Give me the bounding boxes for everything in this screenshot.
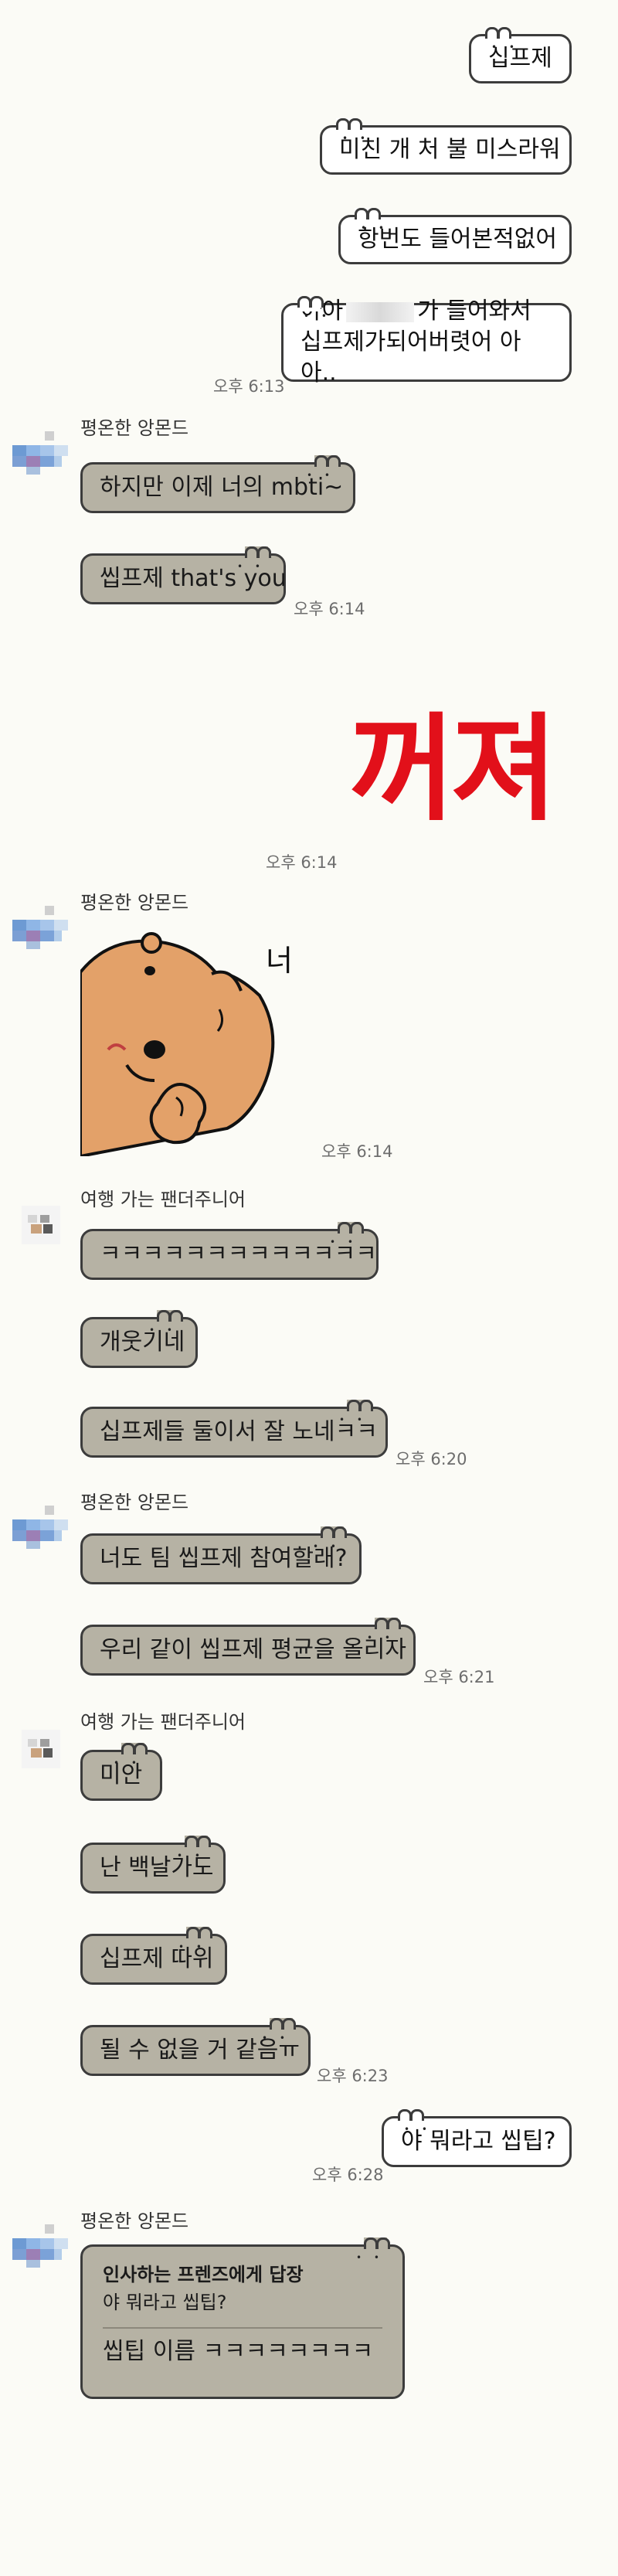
- bubble-ears-decoration: [186, 1927, 212, 1942]
- bubble-ears-decoration: [121, 1743, 148, 1758]
- bubble-eyes-decoration: • •: [149, 1325, 177, 1336]
- message-text: 십프제들 둘이서 잘 노네ㅋㅋ: [100, 1418, 378, 1445]
- bubble-eyes-decoration: • •: [177, 1850, 205, 1861]
- timestamp: 오후 6:20: [396, 1450, 467, 1468]
- sender-name: 평온한 앙몬드: [80, 2210, 189, 2232]
- bubble-ears-decoration: [485, 27, 511, 43]
- shout-text-image[interactable]: 꺼져: [349, 675, 558, 843]
- reply-title: 인사하는 프렌즈에게 답장: [103, 2264, 304, 2285]
- reply-divider: [103, 2327, 382, 2329]
- avatar-pixelated-icon: [12, 906, 68, 949]
- timestamp: 오후 6:21: [423, 1668, 495, 1686]
- timestamp: 오후 6:28: [312, 2166, 384, 2184]
- timestamp: 오후 6:14: [266, 853, 338, 872]
- avatar-panda[interactable]: [9, 1717, 73, 1781]
- bubble-ears-decoration: [375, 1618, 401, 1633]
- their-message-bubble[interactable]: • • 우리 같이 씹프제 평균을 올리자: [80, 1618, 416, 1676]
- bubble-ears-decoration: [336, 118, 362, 134]
- my-message-bubble[interactable]: • • 미친 개 처 불 미스라워: [320, 118, 572, 175]
- sender-name: 평온한 앙몬드: [80, 417, 189, 439]
- bear-sticker[interactable]: 너: [80, 926, 312, 1156]
- avatar-almond[interactable]: [9, 2217, 73, 2280]
- avatar-pixelated-icon: [12, 431, 68, 475]
- avatar-pixelated-icon: [22, 1730, 60, 1768]
- bubble-eyes-decoration: • •: [304, 311, 331, 322]
- bubble-eyes-decoration: • •: [330, 1237, 358, 1247]
- sender-name: 평온한 앙몬드: [80, 892, 189, 914]
- their-message-bubble[interactable]: • • 십프제들 둘이서 잘 노네ㅋㅋ: [80, 1400, 388, 1458]
- bubble-eyes-decoration: • •: [178, 1941, 206, 1952]
- their-message-bubble[interactable]: • • 개웃기네: [80, 1310, 198, 1368]
- bubble-ears-decoration: [398, 2109, 424, 2125]
- bubble-eyes-decoration: • •: [367, 1632, 395, 1643]
- their-message-bubble[interactable]: • • 씹프제 that's you: [80, 546, 287, 604]
- avatar-almond[interactable]: [9, 424, 73, 487]
- bubble-ears-decoration: [245, 546, 271, 562]
- bubble-ears-decoration: [270, 2018, 296, 2033]
- timestamp: 오후 6:23: [317, 2067, 389, 2085]
- avatar-pixelated-icon: [12, 2224, 68, 2268]
- bubble-eyes-decoration: • •: [307, 470, 334, 481]
- message-line: 십프제가되어버렷어 아아..: [301, 328, 521, 386]
- bubble-eyes-decoration: • •: [361, 223, 389, 233]
- sender-name: 평온한 앙몬드: [80, 1492, 189, 1513]
- reply-message-bubble[interactable]: • • 인사하는 프렌즈에게 답장 야 뭐라고 씹팁? 씹팁 이름 ㅋㅋㅋㅋㅋㅋ…: [80, 2237, 405, 2399]
- sender-name: 여행 가는 팬더주니어: [80, 1711, 246, 1733]
- bubble-ears-decoration: [185, 1836, 211, 1851]
- their-message-bubble[interactable]: • • 하지만 이제 너의 mbti~: [80, 455, 355, 513]
- message-text: 미친 개 처 불 미스라워: [339, 136, 561, 163]
- sender-name: 여행 가는 팬더주니어: [80, 1189, 246, 1210]
- bubble-ears-decoration: [321, 1526, 347, 1542]
- my-message-bubble[interactable]: • • 야 뭐라고 씹팁?: [382, 2109, 572, 2167]
- my-message-bubble[interactable]: • • 아아 가 들어와서 십프제가되어버렷어 아아..: [281, 296, 572, 386]
- bubble-eyes-decoration: • •: [262, 2033, 290, 2043]
- bubble-eyes-decoration: • •: [313, 1541, 341, 1552]
- bubble-eyes-decoration: • •: [356, 2252, 384, 2263]
- my-message-bubble[interactable]: • • 항번도 들어본적없어: [338, 208, 572, 264]
- bubble-ears-decoration: [347, 1400, 373, 1415]
- timestamp: 오후 6:13: [213, 377, 285, 396]
- their-message-bubble[interactable]: • • 될 수 없을 거 같음ㅠ: [80, 2018, 311, 2076]
- bubble-eyes-decoration: • •: [114, 1758, 141, 1768]
- bubble-ears-decoration: [297, 296, 324, 311]
- bubble-eyes-decoration: • •: [342, 133, 370, 144]
- bubble-eyes-decoration: • •: [339, 1414, 367, 1425]
- their-message-bubble[interactable]: • • 미안: [80, 1743, 162, 1801]
- their-message-bubble[interactable]: • • ㅋㅋㅋㅋㅋㅋㅋㅋㅋㅋㅋㅋㅋ: [80, 1222, 379, 1280]
- avatar-pixelated-icon: [22, 1206, 60, 1244]
- bubble-ears-decoration: [338, 1222, 364, 1237]
- bubble-ears-decoration: [355, 208, 381, 223]
- timestamp: 오후 6:14: [294, 600, 365, 618]
- message-text: 우리 같이 씹프제 평균을 올리자: [100, 1636, 406, 1663]
- avatar-almond[interactable]: [9, 1498, 73, 1561]
- my-message-bubble[interactable]: • • 십프제: [469, 27, 572, 83]
- avatar-panda[interactable]: [9, 1193, 73, 1257]
- reply-quote: 야 뭐라고 씹팁?: [103, 2292, 227, 2313]
- bubble-ears-decoration: [157, 1310, 183, 1325]
- avatar-almond[interactable]: [9, 898, 73, 961]
- their-message-bubble[interactable]: • • 십프제 따위: [80, 1927, 227, 1985]
- bubble-ears-decoration: [364, 2237, 390, 2253]
- bubble-eyes-decoration: • •: [237, 561, 265, 572]
- bubble-eyes-decoration: • •: [491, 42, 519, 53]
- timestamp: 오후 6:14: [321, 1142, 393, 1161]
- message-text: 씹팁 이름 ㅋㅋㅋㅋㅋㅋㅋㅋ: [103, 2338, 374, 2365]
- message-text: 너도 팀 씹프제 참여할래?: [100, 1545, 348, 1572]
- bubble-ears-decoration: [314, 455, 341, 471]
- avatar-pixelated-icon: [12, 1506, 68, 1549]
- their-message-bubble[interactable]: • • 난 백날가도: [80, 1836, 226, 1894]
- bubble-eyes-decoration: • •: [404, 2124, 432, 2135]
- blurred-name: [346, 301, 415, 322]
- message-text: 가 들어와서: [417, 298, 531, 325]
- their-message-bubble[interactable]: • • 너도 팀 씹프제 참여할래?: [80, 1526, 362, 1584]
- sticker-caption: 너: [266, 944, 293, 978]
- message-line: 아아 가 들어와서: [301, 296, 531, 327]
